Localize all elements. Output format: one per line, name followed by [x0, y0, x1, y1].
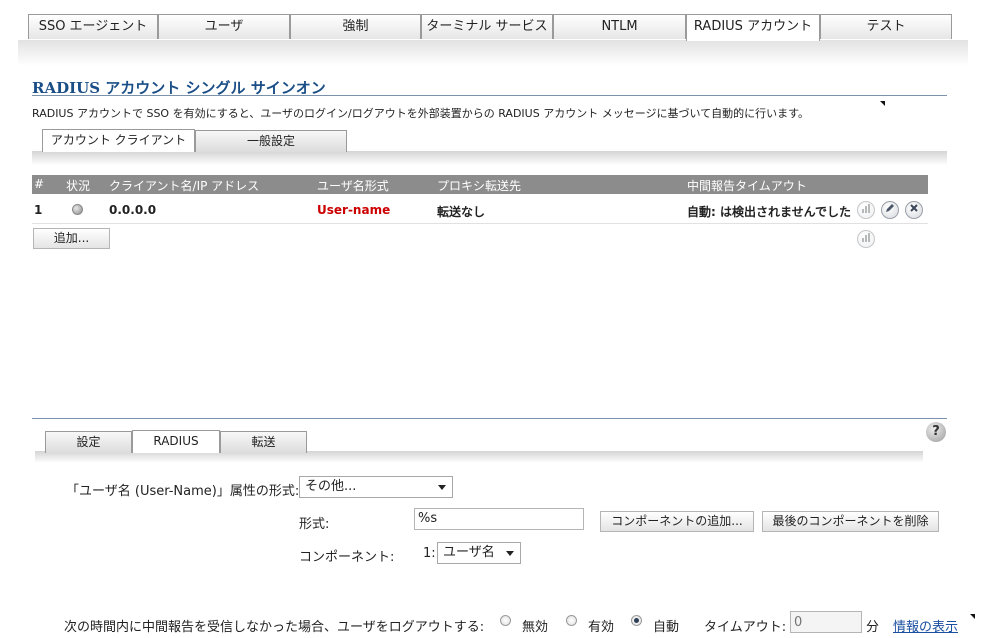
header-user-format: ユーザ名形式 — [317, 179, 389, 193]
header-proxy: プロキシ転送先 — [437, 179, 522, 193]
component-select[interactable]: ユーザ名 — [437, 542, 521, 564]
row-user-format: User-name — [317, 203, 391, 217]
remove-component-button[interactable]: 最後のコンポーネントを削除 — [762, 511, 939, 532]
corner-marker-icon — [880, 101, 885, 106]
component-label: コンポーネント: — [299, 550, 395, 565]
section-divider — [32, 418, 947, 419]
format-label: 形式: — [299, 517, 330, 532]
username-attr-select[interactable]: その他... — [299, 476, 453, 498]
tab-settings[interactable]: 設定 — [45, 431, 132, 453]
username-attr-value: その他... — [305, 479, 357, 494]
timeout-input[interactable] — [790, 611, 862, 633]
radio-enabled[interactable] — [566, 615, 577, 626]
tab-general-settings[interactable]: 一般設定 — [195, 130, 347, 152]
row-proxy: 転送なし — [437, 205, 486, 219]
header-client: クライアント名/IP アドレス — [109, 179, 260, 193]
radio-auto-label: 自動 — [653, 620, 680, 635]
status-indicator-icon — [72, 204, 83, 215]
header-status: 状況 — [66, 179, 91, 193]
header-timeout: 中間報告タイムアウト — [687, 179, 807, 193]
help-icon[interactable]: ? — [926, 422, 946, 442]
component-index: 1: — [423, 546, 436, 561]
show-info-link[interactable]: 情報の表示 — [893, 616, 958, 635]
tab-radius[interactable]: RADIUS — [132, 430, 220, 453]
delete-icon[interactable] — [905, 201, 923, 219]
logout-label: 次の時間内に中間報告を受信しなかった場合、ユーザをログアウトする: — [64, 620, 485, 635]
tab-sso-agent[interactable]: SSO エージェント — [28, 14, 158, 39]
radio-enabled-label: 有効 — [588, 620, 615, 635]
username-attr-label: 「ユーザ名 (User-Name)」属性の形式: — [66, 484, 300, 499]
tab-terminal-services[interactable]: ターミナル サービス — [421, 14, 553, 39]
component-value: ユーザ名 — [443, 545, 495, 560]
title-divider — [32, 95, 947, 96]
timeout-label: タイムアウト: — [704, 620, 787, 635]
format-input[interactable]: %s — [414, 508, 584, 530]
tab-forwarding[interactable]: 転送 — [220, 431, 307, 453]
add-client-button[interactable]: 追加... — [33, 228, 110, 249]
edit-icon[interactable] — [881, 201, 899, 219]
tab-accounting-clients[interactable]: アカウント クライアント — [42, 129, 195, 152]
radio-auto[interactable] — [631, 615, 642, 626]
tab-ntlm[interactable]: NTLM — [553, 14, 686, 39]
corner-marker-icon — [970, 614, 975, 619]
row-timeout: 自動: は検出されませんでした — [687, 205, 852, 219]
clients-table-header: # 状況 クライアント名/IP アドレス ユーザ名形式 プロキシ転送先 中間報告… — [32, 175, 928, 194]
table-row: 1 0.0.0.0 User-name 転送なし 自動: は検出されませんでした — [32, 197, 928, 224]
tab-test[interactable]: テスト — [820, 14, 952, 39]
top-tab-bar-background — [18, 40, 968, 66]
stats-icon[interactable] — [857, 201, 875, 219]
radio-disabled[interactable] — [500, 615, 511, 626]
chevron-down-icon — [506, 551, 514, 556]
chevron-down-icon — [438, 485, 446, 490]
timeout-unit: 分 — [866, 620, 880, 635]
row-number: 1 — [34, 203, 43, 217]
section-description: RADIUS アカウントで SSO を有効にすると、ユーザのログイン/ログアウト… — [32, 107, 810, 120]
sub-tab-bar-background — [32, 151, 947, 165]
tab-users[interactable]: ユーザ — [158, 14, 290, 39]
row-client: 0.0.0.0 — [109, 203, 157, 217]
tab-radius-accounting[interactable]: RADIUS アカウント — [686, 14, 820, 41]
add-component-button[interactable]: コンポーネントの追加... — [600, 511, 754, 532]
radio-disabled-label: 無効 — [522, 620, 549, 635]
header-number: # — [34, 177, 45, 191]
tab-enforcement[interactable]: 強制 — [290, 14, 421, 39]
stats-icon[interactable] — [857, 230, 875, 248]
